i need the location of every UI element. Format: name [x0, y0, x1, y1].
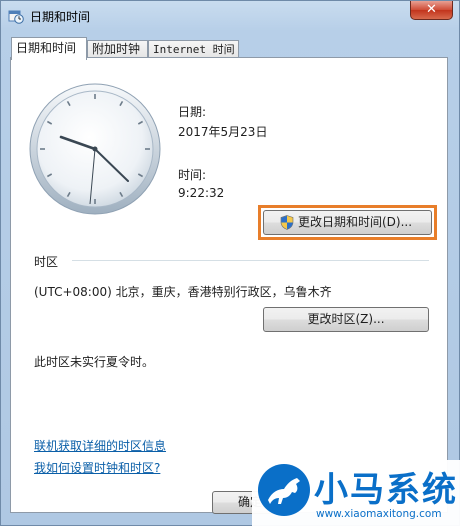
watermark-brand: 小马系统: [314, 470, 458, 510]
date-label: 日期:: [178, 105, 207, 119]
change-timezone-label: 更改时区(Z)...: [307, 312, 385, 326]
timezone-separator: [72, 260, 429, 261]
time-label: 时间:: [178, 168, 207, 182]
change-timezone-button[interactable]: 更改时区(Z)...: [263, 307, 429, 332]
online-timezone-info-link[interactable]: 联机获取详细的时区信息: [34, 437, 166, 454]
close-icon: ✕: [426, 2, 437, 17]
clock-timezone-help-link[interactable]: 我如何设置时钟和时区?: [34, 459, 160, 476]
timezone-section-label: 时区: [34, 255, 59, 269]
site-watermark: 小马系统 www.xiaomaxitong.com: [252, 460, 460, 526]
watermark-url: www.xiaomaxitong.com: [316, 508, 442, 520]
close-button[interactable]: ✕: [410, 1, 453, 20]
uac-shield-icon: [280, 215, 294, 230]
title-bar[interactable]: 日期和时间 ✕: [1, 1, 459, 31]
window-title: 日期和时间: [30, 10, 91, 24]
dst-note: 此时区未实行夏令时。: [34, 355, 155, 369]
date-value: 2017年5月23日: [178, 125, 268, 139]
analog-clock: [29, 83, 161, 215]
calendar-clock-icon: [8, 10, 24, 24]
tab-date-time[interactable]: 日期和时间: [11, 37, 87, 60]
timezone-value: (UTC+08:00) 北京，重庆，香港特别行政区，乌鲁木齐: [34, 285, 332, 299]
change-date-time-button[interactable]: 更改日期和时间(D)...: [263, 210, 432, 235]
time-value: 9:22:32: [178, 186, 225, 200]
change-date-time-label: 更改日期和时间(D)...: [298, 215, 413, 229]
horse-logo-icon: [258, 464, 310, 516]
